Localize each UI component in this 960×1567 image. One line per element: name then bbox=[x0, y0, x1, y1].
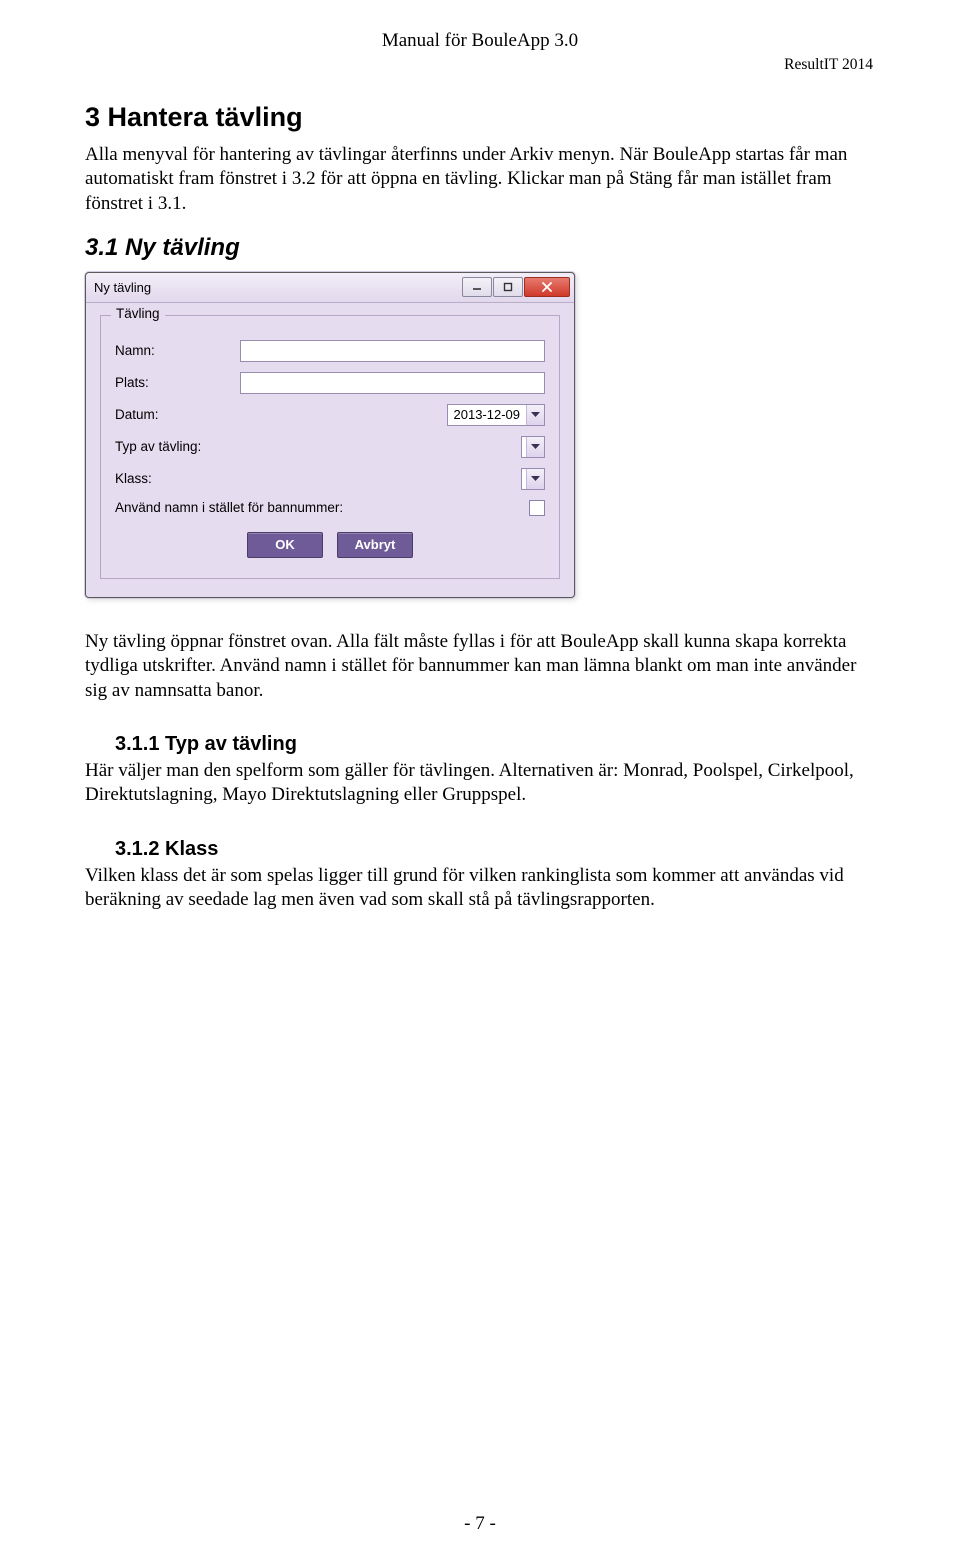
dialog-buttons: OK Avbryt bbox=[115, 532, 545, 558]
paragraph-typ: Här väljer man den spelform som gäller f… bbox=[85, 759, 875, 808]
dialog-body: Tävling Namn: Plats: Datum: 2013-12-09 bbox=[86, 303, 574, 597]
klass-dropdown[interactable] bbox=[521, 468, 545, 490]
heading-ny-tavling: 3.1 Ny tävling bbox=[85, 234, 875, 262]
namn-input[interactable] bbox=[240, 340, 545, 362]
label-datum: Datum: bbox=[115, 407, 240, 422]
label-typ: Typ av tävling: bbox=[115, 439, 240, 454]
heading-typ-av-tavling: 3.1.1 Typ av tävling bbox=[115, 733, 875, 756]
window-controls bbox=[462, 277, 570, 297]
chevron-down-icon bbox=[526, 437, 544, 457]
heading-hantera-tavling: 3 Hantera tävling bbox=[85, 102, 875, 133]
row-plats: Plats: bbox=[115, 372, 545, 394]
paragraph-klass: Vilken klass det är som spelas ligger ti… bbox=[85, 864, 875, 913]
typ-dropdown[interactable] bbox=[521, 436, 545, 458]
groupbox-legend: Tävling bbox=[111, 306, 165, 321]
close-button[interactable] bbox=[524, 277, 570, 297]
minimize-button[interactable] bbox=[462, 277, 492, 297]
chevron-down-icon bbox=[526, 405, 544, 425]
row-klass: Klass: bbox=[115, 468, 545, 490]
use-name-checkbox[interactable] bbox=[529, 500, 545, 516]
ok-button[interactable]: OK bbox=[247, 532, 323, 558]
datum-picker[interactable]: 2013-12-09 bbox=[447, 404, 546, 426]
dialog-ny-tavling: Ny tävling Tävling Namn: bbox=[85, 272, 575, 598]
plats-input[interactable] bbox=[240, 372, 545, 394]
paragraph-intro: Alla menyval för hantering av tävlingar … bbox=[85, 143, 875, 216]
datum-value: 2013-12-09 bbox=[448, 407, 527, 422]
label-namn: Namn: bbox=[115, 343, 240, 358]
row-use-name: Använd namn i stället för bannummer: bbox=[115, 500, 545, 516]
page-number: - 7 - bbox=[0, 1513, 960, 1535]
heading-klass: 3.1.2 Klass bbox=[115, 838, 875, 861]
row-typ: Typ av tävling: bbox=[115, 436, 545, 458]
label-use-name: Använd namn i stället för bannummer: bbox=[115, 500, 415, 515]
label-plats: Plats: bbox=[115, 375, 240, 390]
groupbox-tavling: Tävling Namn: Plats: Datum: 2013-12-09 bbox=[100, 315, 560, 579]
paragraph-ny-tavling: Ny tävling öppnar fönstret ovan. Alla fä… bbox=[85, 630, 875, 703]
dialog-titlebar: Ny tävling bbox=[86, 273, 574, 303]
doc-header-right: ResultIT 2014 bbox=[85, 56, 875, 74]
row-datum: Datum: 2013-12-09 bbox=[115, 404, 545, 426]
row-namn: Namn: bbox=[115, 340, 545, 362]
maximize-button[interactable] bbox=[493, 277, 523, 297]
cancel-button[interactable]: Avbryt bbox=[337, 532, 413, 558]
dialog-title: Ny tävling bbox=[94, 280, 151, 295]
label-klass: Klass: bbox=[115, 471, 240, 486]
doc-header-center: Manual för BouleApp 3.0 bbox=[85, 30, 875, 52]
document-page: Manual för BouleApp 3.0 ResultIT 2014 3 … bbox=[0, 0, 960, 1567]
chevron-down-icon bbox=[526, 469, 544, 489]
